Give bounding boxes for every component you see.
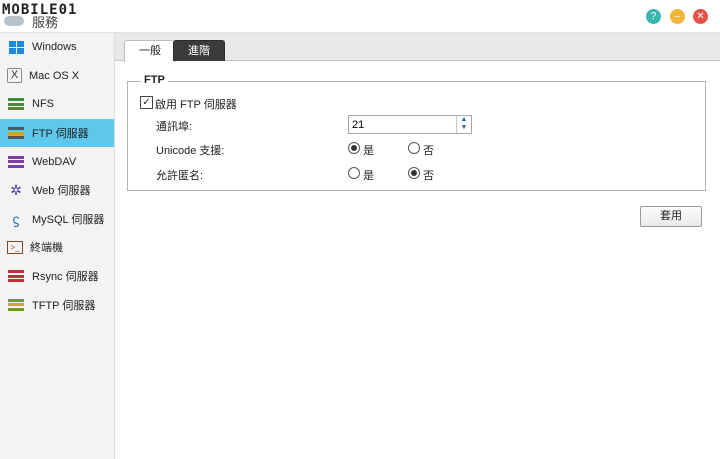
sidebar-item-label: MySQL 伺服器 [32,213,105,226]
enable-ftp-row: ✓ 啟用 FTP 伺服器 [128,92,705,112]
windows-icon [7,40,25,55]
unicode-yes-radio[interactable] [348,142,360,154]
sidebar-item-rsync-server[interactable]: Rsync 伺服器 [0,262,114,291]
sidebar-item-tftp-server[interactable]: TFTP 伺服器 [0,290,114,319]
terminal-icon: >_ [7,240,23,254]
services-window: MOBILE01 服務 ? – ✕ Windows X Mac OS X NFS… [0,0,720,459]
sidebar-item-label: Rsync 伺服器 [32,271,99,284]
help-icon: ? [650,11,657,22]
sidebar-item-terminal[interactable]: >_ 終端機 [0,233,114,262]
arrow-down-icon: ▼ [460,124,468,131]
nfs-server-icon [7,97,25,111]
anonymous-no-label: 否 [423,170,434,182]
sidebar-item-windows[interactable]: Windows [0,33,114,62]
sidebar-item-nfs[interactable]: NFS [0,90,114,119]
anonymous-row: 允許匿名: 是 否 [128,163,705,183]
tab-strip: 一般 進階 [115,33,720,62]
port-stepper-buttons: ▲ ▼ [456,116,471,133]
minimize-icon: – [674,11,681,22]
unicode-label: Unicode 支援: [156,145,225,157]
tab-advanced[interactable]: 進階 [173,40,225,61]
port-input[interactable] [349,116,456,133]
sidebar-item-label: WebDAV [32,155,77,168]
sidebar-item-label: TFTP 伺服器 [32,299,96,312]
main-panel: 一般 進階 FTP ✓ 啟用 FTP 伺服器 通訊埠: ▲ ▼ [115,33,720,459]
enable-ftp-checkbox[interactable]: ✓ [140,96,153,109]
anonymous-yes-radio[interactable] [348,167,360,179]
arrow-up-icon: ▲ [460,116,468,123]
sidebar-item-label: NFS [32,98,54,111]
close-button[interactable]: ✕ [693,9,708,24]
anonymous-label: 允許匿名: [156,170,204,182]
port-label: 通訊埠: [156,121,193,133]
rsync-icon [7,269,25,283]
app-title: 服務 [32,15,59,30]
title-bar: MOBILE01 服務 ? – ✕ [0,0,720,33]
webdav-icon [7,155,25,169]
sidebar-item-label: Web 伺服器 [32,185,91,198]
help-button[interactable]: ? [646,9,661,24]
tab-general[interactable]: 一般 [124,40,176,62]
anonymous-yes-label: 是 [363,170,374,182]
sidebar-item-mysql-server[interactable]: ϛ MySQL 伺服器 [0,205,114,234]
port-decrement-button[interactable]: ▼ [457,124,471,132]
sidebar: Windows X Mac OS X NFS FTP 伺服器 WebDAV ✲ … [0,33,115,459]
unicode-no-label: 否 [423,145,434,157]
sidebar-item-webdav[interactable]: WebDAV [0,147,114,176]
mac-finder-icon: X [7,68,22,84]
close-icon: ✕ [696,11,705,22]
sidebar-item-label: Mac OS X [29,69,80,82]
ftp-fieldset: FTP ✓ 啟用 FTP 伺服器 通訊埠: ▲ ▼ Unicode 支援: [127,74,706,191]
sidebar-item-label: FTP 伺服器 [32,128,89,141]
tftp-icon [7,298,25,312]
unicode-row: Unicode 支援: 是 否 [128,138,705,158]
port-increment-button[interactable]: ▲ [457,116,471,124]
sidebar-item-web-server[interactable]: ✲ Web 伺服器 [0,176,114,205]
sidebar-item-ftp-server[interactable]: FTP 伺服器 [0,118,114,148]
unicode-no-radio[interactable] [408,142,420,154]
enable-ftp-label: 啟用 FTP 伺服器 [155,99,237,111]
ftp-server-icon [7,126,25,140]
unicode-yes-label: 是 [363,145,374,157]
minimize-button[interactable]: – [670,9,685,24]
sidebar-item-mac-os-x[interactable]: X Mac OS X [0,62,114,91]
sidebar-item-label: 終端機 [30,242,63,255]
anonymous-no-radio[interactable] [408,167,420,179]
ftp-legend: FTP [141,74,168,86]
apply-button[interactable]: 套用 [640,206,702,227]
port-stepper: ▲ ▼ [348,115,472,134]
checkmark-icon: ✓ [142,97,151,108]
web-server-icon: ✲ [10,181,22,198]
sidebar-item-label: Windows [32,41,77,54]
cloud-icon [4,16,24,26]
mysql-icon: ϛ [12,210,20,227]
port-row: 通訊埠: ▲ ▼ [128,114,705,134]
